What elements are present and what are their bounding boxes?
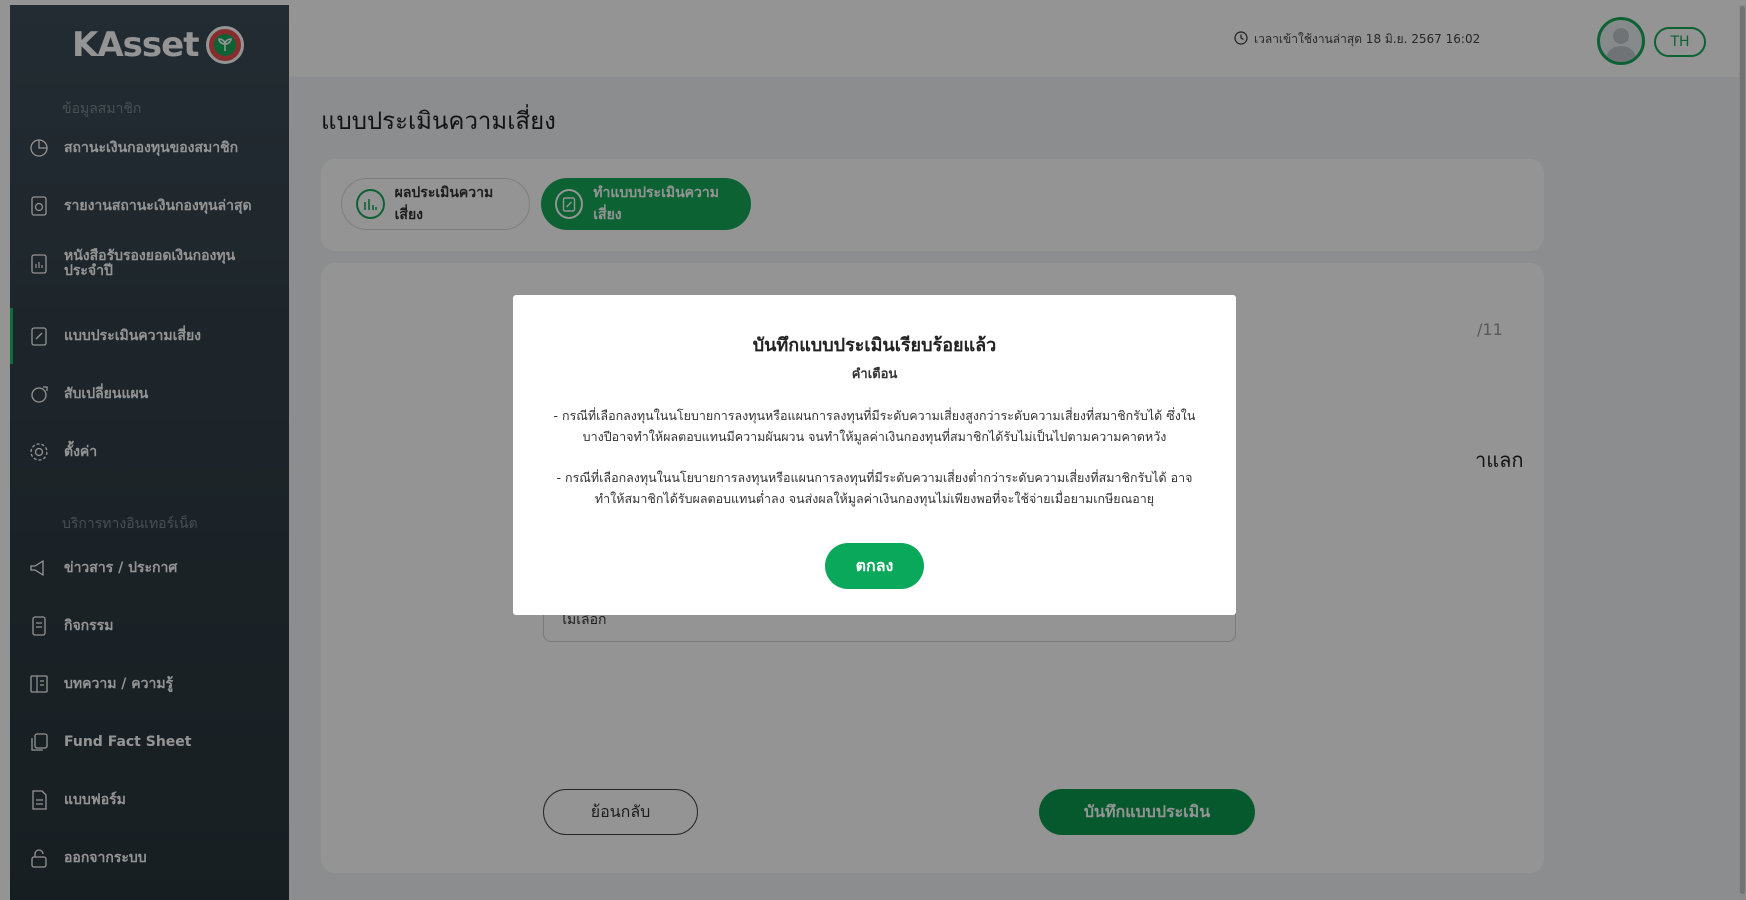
warning-1-line-2: บางปีอาจทำให้ผลตอบแทนมีความผันผวน จนทำให…	[582, 429, 1167, 444]
modal-title: บันทึกแบบประเมินเรียบร้อยแล้ว	[752, 335, 997, 356]
warning-1-line-1: - กรณีที่เลือกลงทุนในนโยบายการลงทุนหรือแ…	[553, 408, 1196, 423]
warning-2-line-1: - กรณีที่เลือกลงทุนในนโยบายการลงทุนหรือแ…	[556, 470, 1193, 485]
warning-2-line-2: ทำให้สมาชิกได้รับผลตอบแทนต่ำลง จนส่งผลให…	[594, 491, 1155, 506]
warning-paragraph-1: - กรณีที่เลือกลงทุนในนโยบายการลงทุนหรือแ…	[531, 405, 1218, 447]
ok-button[interactable]: ตกลง	[825, 543, 924, 589]
success-modal: บันทึกแบบประเมินเรียบร้อยแล้ว คำเตือน - …	[513, 295, 1236, 615]
modal-subtitle: คำเตือน	[851, 367, 898, 382]
warning-paragraph-2: - กรณีที่เลือกลงทุนในนโยบายการลงทุนหรือแ…	[531, 467, 1218, 509]
